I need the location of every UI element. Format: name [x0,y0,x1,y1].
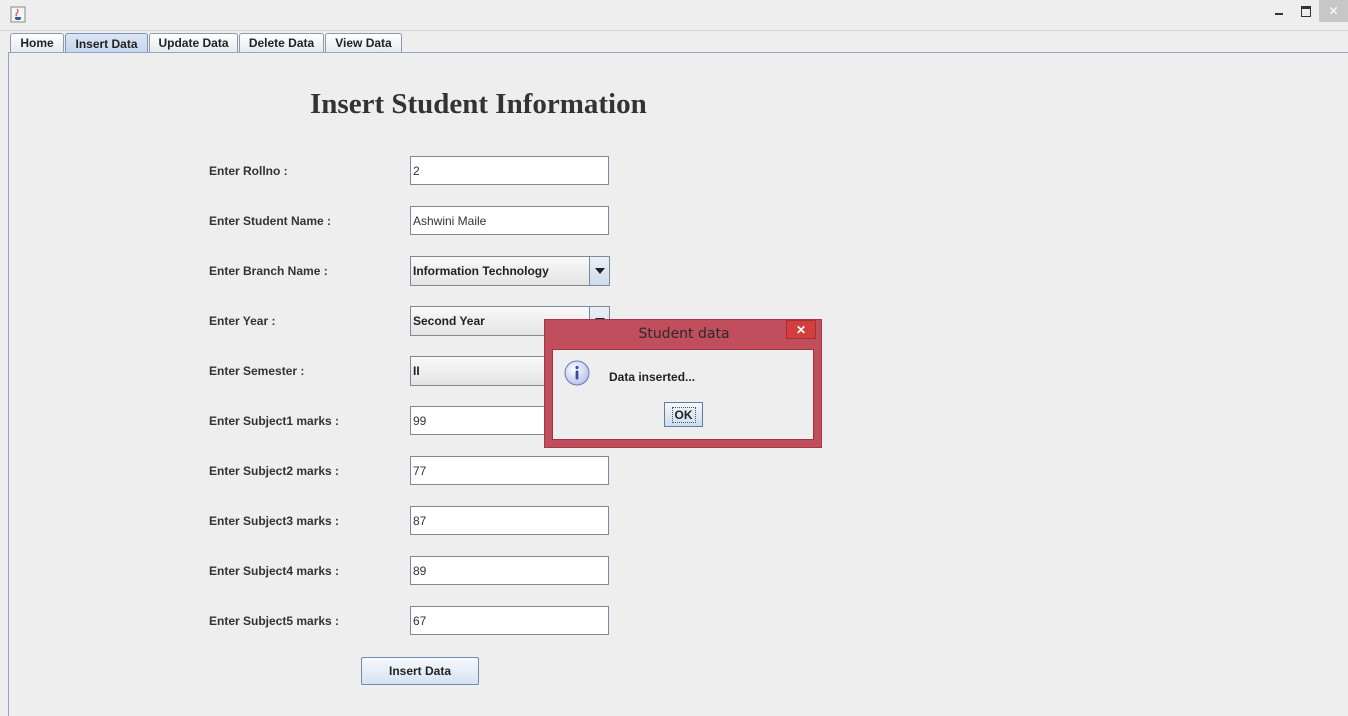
tab-view-data[interactable]: View Data [325,33,402,52]
close-icon: ✕ [795,322,807,337]
subject5-field[interactable]: 67 [410,606,609,635]
page-title: Insert Student Information [310,88,647,120]
subject5-label: Enter Subject5 marks : [209,614,340,628]
maximize-button[interactable] [1292,0,1319,22]
tab-update-data[interactable]: Update Data [149,33,238,52]
semester-label: Enter Semester : [209,364,305,378]
dialog-title: Student data [638,326,730,342]
dialog-message: Data inserted... [609,370,696,384]
java-cup-icon[interactable] [10,6,26,23]
insert-data-button[interactable]: Insert Data [361,657,479,685]
maximize-icon [1300,5,1311,17]
ok-button-label: OK [671,406,696,423]
rollno-label: Enter Rollno : [209,164,288,178]
branch-dropdown-button[interactable] [589,257,609,285]
message-dialog: Student data ✕ Data inserted... OK [544,319,822,448]
window-titlebar: ✕ [0,0,1348,31]
tab-insert-data[interactable]: Insert Data [65,33,148,53]
rollno-field[interactable]: 2 [410,156,609,185]
close-icon: ✕ [1328,4,1339,18]
subject3-label: Enter Subject3 marks : [209,514,340,528]
student-name-label: Enter Student Name : [209,214,332,228]
subject1-label: Enter Subject1 marks : [209,414,340,428]
dialog-close-button[interactable]: ✕ [786,320,816,339]
subject4-field[interactable]: 89 [410,556,609,585]
branch-selected-value: Information Technology [413,264,549,278]
subject4-label: Enter Subject4 marks : [209,564,340,578]
ok-button[interactable]: OK [664,402,703,427]
subject2-field[interactable]: 77 [410,456,609,485]
tab-delete-data[interactable]: Delete Data [239,33,324,52]
student-name-field[interactable]: Ashwini Maile [410,206,609,235]
subject3-field[interactable]: 87 [410,506,609,535]
info-icon [564,360,590,386]
subject2-label: Enter Subject2 marks : [209,464,340,478]
branch-select[interactable]: Information Technology [410,256,610,286]
minimize-icon [1274,13,1283,15]
close-button[interactable]: ✕ [1319,0,1348,22]
dialog-body: Data inserted... OK [552,349,814,440]
branch-label: Enter Branch Name : [209,264,328,278]
tab-home[interactable]: Home [10,33,64,52]
year-label: Enter Year : [209,314,276,328]
chevron-down-icon [594,268,605,274]
minimize-button[interactable] [1265,0,1292,22]
